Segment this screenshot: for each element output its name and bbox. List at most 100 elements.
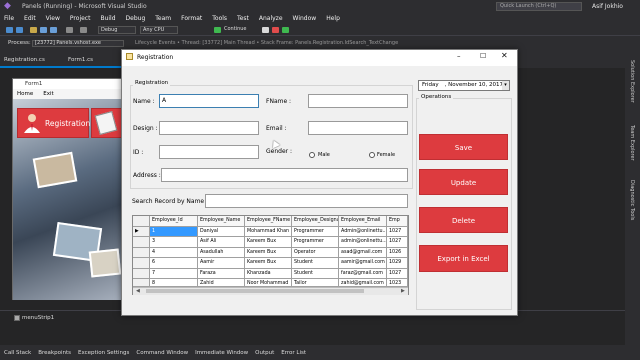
team-explorer-tab[interactable]: Team Explorer: [629, 125, 635, 161]
delete-button[interactable]: Delete: [419, 207, 508, 233]
menu-file[interactable]: File: [4, 15, 14, 22]
table-cell[interactable]: 8: [150, 279, 198, 287]
menu-team[interactable]: Team: [155, 15, 171, 22]
back-icon[interactable]: [6, 27, 13, 33]
table-row[interactable]: ▶ 1 Daniyal Mohammad Khan Programmer Adm…: [133, 226, 408, 237]
fname-input[interactable]: [308, 94, 408, 108]
table-cell[interactable]: 1027: [387, 237, 408, 248]
table-cell[interactable]: Tailor: [292, 279, 339, 287]
row-header[interactable]: [133, 258, 150, 269]
table-cell[interactable]: Aamir: [198, 258, 245, 269]
menu-format[interactable]: Format: [181, 15, 202, 22]
id-input[interactable]: [159, 145, 259, 159]
undo-icon[interactable]: [66, 27, 73, 33]
table-cell[interactable]: Student: [292, 268, 339, 279]
save-button[interactable]: Save: [419, 134, 508, 160]
menu-edit[interactable]: Edit: [24, 15, 36, 22]
form1-menu-exit[interactable]: Exit: [43, 91, 53, 97]
table-cell[interactable]: 1026: [387, 247, 408, 258]
table-cell[interactable]: 3: [150, 237, 198, 248]
table-cell[interactable]: Programmer: [292, 237, 339, 248]
table-row[interactable]: 4 Asadullah Kareem Bux Operator asad@gma…: [133, 247, 408, 258]
row-header[interactable]: [133, 268, 150, 279]
maximize-icon[interactable]: ☐: [480, 52, 486, 60]
scrollbar-thumb[interactable]: [146, 289, 364, 293]
female-radio[interactable]: [369, 152, 375, 158]
email-input[interactable]: [308, 121, 408, 135]
redo-icon[interactable]: [80, 27, 87, 33]
solution-explorer-tab[interactable]: Solution Explorer: [629, 60, 635, 103]
table-cell[interactable]: Noor Mohammad: [245, 279, 292, 287]
column-header[interactable]: Employee_Designa: [292, 216, 339, 227]
form1-menu-home[interactable]: Home: [17, 91, 33, 97]
table-cell[interactable]: Faraza: [198, 268, 245, 279]
minimize-icon[interactable]: –: [457, 52, 461, 60]
table-cell[interactable]: asad@gmail.com: [339, 247, 387, 258]
tab-immediate-window[interactable]: Immediate Window: [195, 350, 248, 356]
continue-button[interactable]: Continue: [224, 26, 246, 32]
config-select[interactable]: Debug: [98, 26, 136, 34]
menu-view[interactable]: View: [46, 15, 60, 22]
menu-help[interactable]: Help: [326, 15, 340, 22]
table-row[interactable]: 3 Asif Ali Kareem Bux Programmer admin@o…: [133, 237, 408, 248]
tab-breakpoints[interactable]: Breakpoints: [38, 350, 71, 356]
table-cell[interactable]: 1: [150, 226, 198, 237]
search-input[interactable]: [205, 194, 408, 208]
forward-icon[interactable]: [16, 27, 23, 33]
name-input[interactable]: A: [159, 94, 259, 108]
table-cell[interactable]: Mohammad Khan: [245, 226, 292, 237]
menustrip-component[interactable]: menuStrip1: [22, 315, 54, 321]
table-row[interactable]: 6 Aamir Kareem Bux Student aamir@gmail.c…: [133, 258, 408, 269]
tab-form1-cs[interactable]: Form1.cs: [68, 57, 93, 63]
table-cell[interactable]: Asif Ali: [198, 237, 245, 248]
continue-icon[interactable]: [214, 27, 221, 33]
table-cell[interactable]: Programmer: [292, 226, 339, 237]
tab-output[interactable]: Output: [255, 350, 274, 356]
calendar-dropdown-icon[interactable]: ▾: [502, 81, 509, 90]
pause-icon[interactable]: [262, 27, 269, 33]
tab-exception-settings[interactable]: Exception Settings: [78, 350, 129, 356]
tab-registration-cs[interactable]: Registration.cs: [4, 57, 45, 63]
row-header[interactable]: [133, 247, 150, 258]
table-cell[interactable]: 1029: [387, 258, 408, 269]
open-file-icon[interactable]: [30, 27, 37, 33]
row-header[interactable]: [133, 279, 150, 287]
quick-launch-input[interactable]: Quick Launch (Ctrl+Q): [496, 2, 582, 11]
column-header[interactable]: Employee_FName: [245, 216, 292, 227]
table-cell[interactable]: 1027: [387, 226, 408, 237]
row-header[interactable]: [133, 237, 150, 248]
column-header[interactable]: Employee_Name: [198, 216, 245, 227]
close-icon[interactable]: ✕: [501, 51, 508, 60]
user-name[interactable]: Asif Jokhio: [592, 3, 623, 10]
male-radio[interactable]: [309, 152, 315, 158]
table-cell[interactable]: Admin@onlinettu...: [339, 226, 387, 237]
table-cell[interactable]: 4: [150, 247, 198, 258]
table-cell[interactable]: Asadullah: [198, 247, 245, 258]
tab-error-list[interactable]: Error List: [281, 350, 306, 356]
export-excel-button[interactable]: Export in Excel: [419, 245, 508, 272]
address-input[interactable]: [161, 168, 408, 182]
scroll-right-icon[interactable]: ▶: [401, 288, 405, 294]
table-cell[interactable]: 1027: [387, 268, 408, 279]
table-cell[interactable]: faraz@gmail.com: [339, 268, 387, 279]
table-cell[interactable]: 7: [150, 268, 198, 279]
table-cell[interactable]: admin@onlinettu...: [339, 237, 387, 248]
table-cell[interactable]: Kareem Bux: [245, 258, 292, 269]
table-cell[interactable]: 6: [150, 258, 198, 269]
table-cell[interactable]: aamir@gmail.com: [339, 258, 387, 269]
column-header[interactable]: Emp: [387, 216, 408, 227]
table-cell[interactable]: Student: [292, 258, 339, 269]
restart-icon[interactable]: [282, 27, 289, 33]
table-cell[interactable]: Khanzada: [245, 268, 292, 279]
table-cell[interactable]: 1023: [387, 279, 408, 287]
menu-debug[interactable]: Debug: [126, 15, 146, 22]
column-header[interactable]: Employee_Id: [150, 216, 198, 227]
save-icon[interactable]: [40, 27, 47, 33]
table-cell[interactable]: Daniyal: [198, 226, 245, 237]
platform-select[interactable]: Any CPU: [140, 26, 178, 34]
stop-icon[interactable]: [272, 27, 279, 33]
menu-build[interactable]: Build: [100, 15, 115, 22]
diagnostic-tools-tab[interactable]: Diagnostic Tools: [629, 180, 635, 220]
menu-analyze[interactable]: Analyze: [259, 15, 283, 22]
update-button[interactable]: Update: [419, 169, 508, 195]
